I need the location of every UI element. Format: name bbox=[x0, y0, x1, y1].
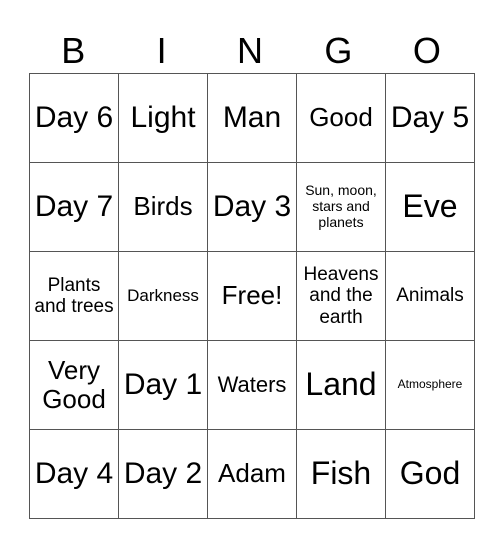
bingo-cell[interactable]: Very Good bbox=[29, 340, 119, 430]
bingo-cell[interactable]: Plants and trees bbox=[29, 251, 119, 341]
bingo-cell[interactable]: Animals bbox=[385, 251, 475, 341]
bingo-row: Day 7 Birds Day 3 Sun, moon, stars and p… bbox=[29, 162, 475, 252]
bingo-cell[interactable]: Waters bbox=[207, 340, 297, 430]
bingo-header: B I N G O bbox=[29, 30, 471, 72]
header-letter-b: B bbox=[61, 30, 86, 71]
bingo-cell[interactable]: Man bbox=[207, 73, 297, 163]
bingo-card: Day 6 Light Man Good Day 5 Day 7 Birds D… bbox=[29, 73, 475, 519]
header-letter-g: G bbox=[324, 30, 353, 71]
free-space[interactable]: Free! bbox=[207, 251, 297, 341]
bingo-cell[interactable]: Day 4 bbox=[29, 429, 119, 519]
bingo-cell[interactable]: Atmosphere bbox=[385, 340, 475, 430]
bingo-cell[interactable]: Day 2 bbox=[118, 429, 208, 519]
bingo-cell[interactable]: Day 6 bbox=[29, 73, 119, 163]
bingo-cell[interactable]: Day 7 bbox=[29, 162, 119, 252]
bingo-cell[interactable]: Birds bbox=[118, 162, 208, 252]
bingo-cell[interactable]: Good bbox=[296, 73, 386, 163]
header-letter-n: N bbox=[237, 30, 264, 71]
bingo-cell[interactable]: Day 5 bbox=[385, 73, 475, 163]
bingo-row: Day 6 Light Man Good Day 5 bbox=[29, 73, 475, 163]
header-letter-i: I bbox=[156, 30, 167, 71]
header-letter-o: O bbox=[412, 30, 441, 71]
bingo-cell[interactable]: Eve bbox=[385, 162, 475, 252]
bingo-cell[interactable]: Land bbox=[296, 340, 386, 430]
bingo-row: Plants and trees Darkness Free! Heavens … bbox=[29, 251, 475, 341]
bingo-cell[interactable]: God bbox=[385, 429, 475, 519]
bingo-cell[interactable]: Darkness bbox=[118, 251, 208, 341]
bingo-cell[interactable]: Light bbox=[118, 73, 208, 163]
bingo-row: Day 4 Day 2 Adam Fish God bbox=[29, 429, 475, 519]
bingo-cell[interactable]: Day 3 bbox=[207, 162, 297, 252]
bingo-row: Very Good Day 1 Waters Land Atmosphere bbox=[29, 340, 475, 430]
bingo-cell[interactable]: Adam bbox=[207, 429, 297, 519]
bingo-cell[interactable]: Heavens and the earth bbox=[296, 251, 386, 341]
bingo-cell[interactable]: Fish bbox=[296, 429, 386, 519]
bingo-cell[interactable]: Sun, moon, stars and planets bbox=[296, 162, 386, 252]
bingo-cell[interactable]: Day 1 bbox=[118, 340, 208, 430]
